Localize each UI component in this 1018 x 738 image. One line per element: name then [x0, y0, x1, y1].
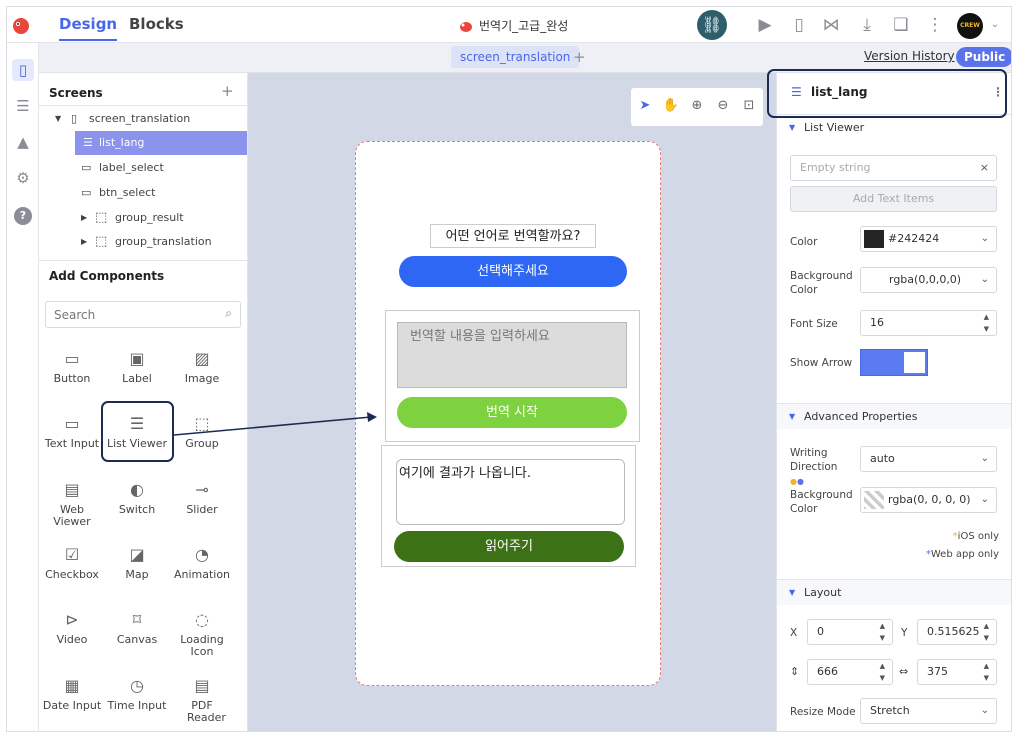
- annotation-arrow-icon: [173, 412, 377, 436]
- app-window: Design Blocks 번역기_고급_완성 ⛓ ▶ ▯ ⋈ ⤓ ❑ ⋮ CR…: [6, 6, 1012, 732]
